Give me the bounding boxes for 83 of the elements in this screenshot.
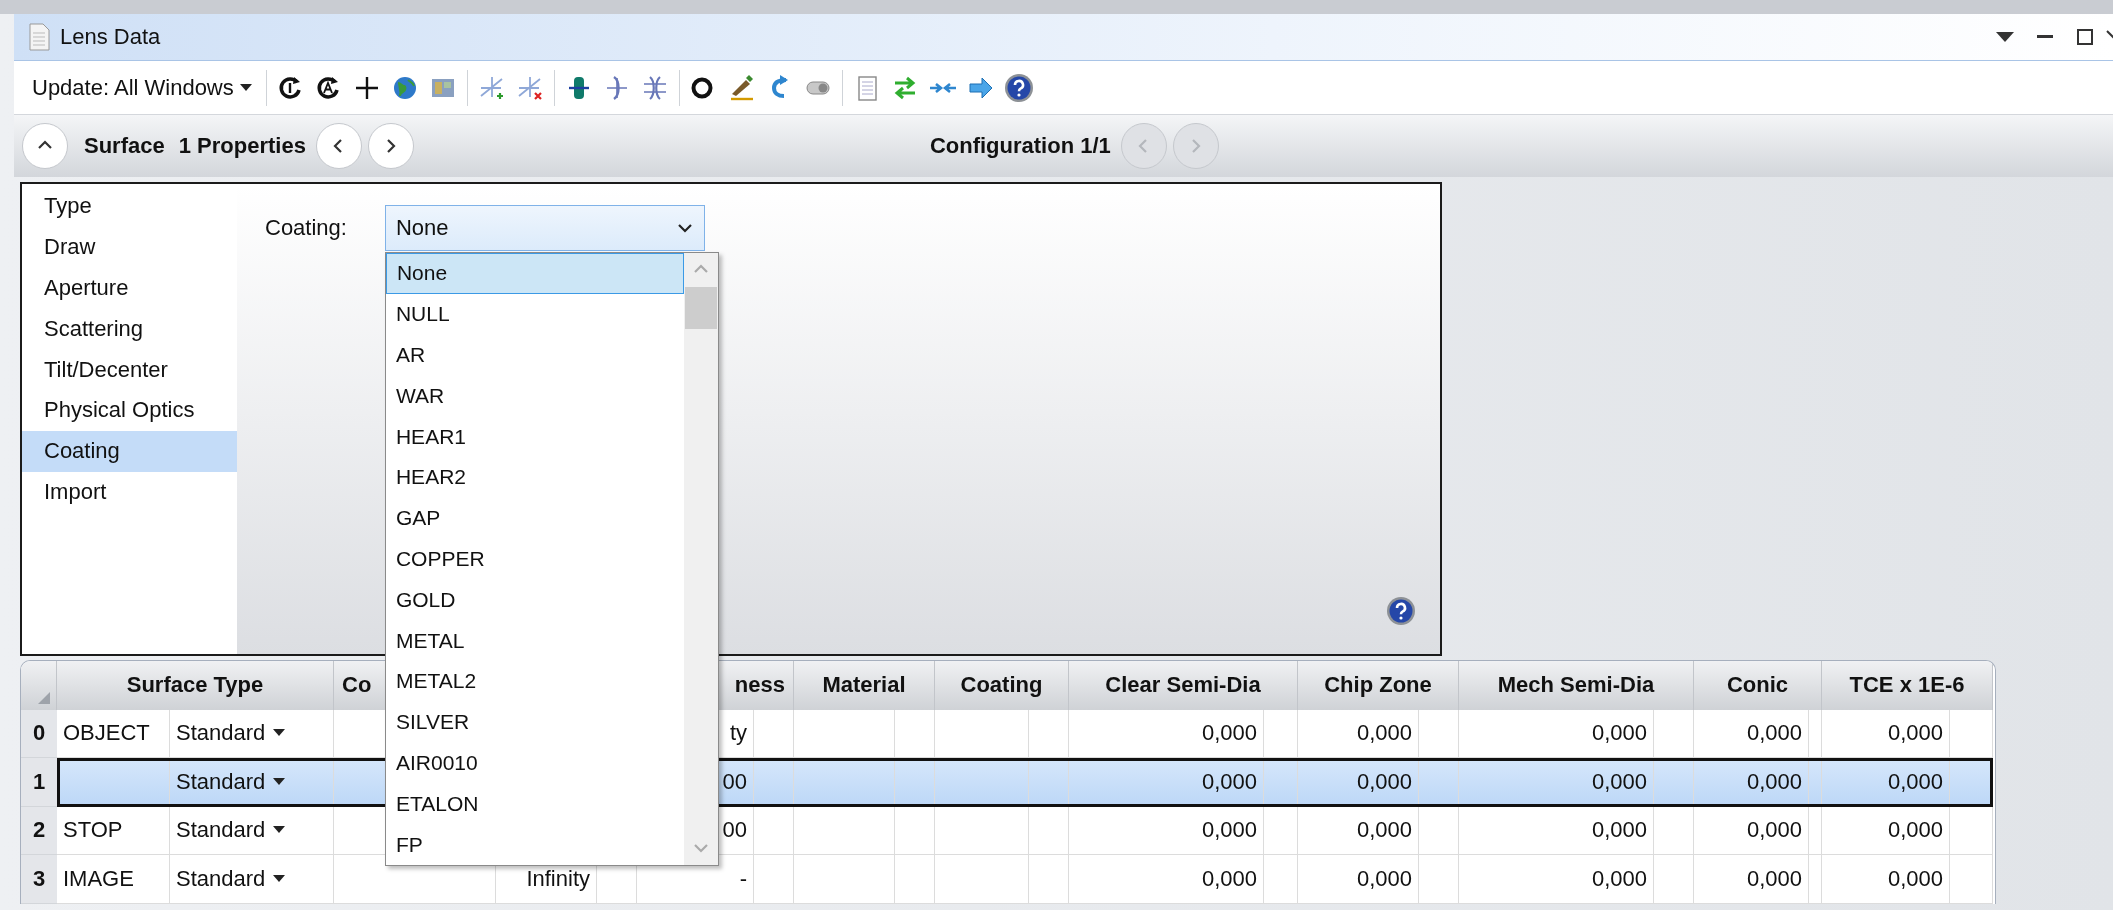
table-cell: STOP: [63, 817, 123, 844]
row-number[interactable]: 1: [21, 758, 57, 807]
surface-label: Surface: [84, 133, 165, 159]
caret-icon: [273, 729, 286, 738]
dropdown-option[interactable]: HEAR1: [385, 416, 684, 457]
dropdown-option[interactable]: COPPER: [385, 538, 684, 580]
table-cell: 0,000: [1591, 768, 1647, 795]
property-list-item[interactable]: Scattering: [22, 308, 237, 350]
table-cell: ty: [729, 720, 747, 747]
table-cell: 00: [722, 817, 747, 844]
dropdown-option[interactable]: AR: [385, 334, 684, 376]
column-header[interactable]: Material: [794, 661, 935, 710]
table-cell: OBJECT: [63, 720, 150, 747]
table-cell: 0,000: [1356, 768, 1412, 795]
caret-icon: [273, 874, 286, 883]
minimize-icon: [2037, 35, 2053, 39]
dropdown-option[interactable]: WAR: [385, 375, 684, 417]
dropdown-option[interactable]: METAL2: [385, 660, 684, 702]
property-list-item[interactable]: Type: [22, 186, 237, 227]
configuration-label: Configuration 1/1: [929, 133, 1111, 159]
window-title: Lens Data: [60, 24, 162, 50]
table-cell: IMAGE: [63, 865, 134, 892]
table-cell: 0,000: [1887, 817, 1943, 844]
table-row[interactable]: IMAGE Standard Infinity - 0,000 0,000 0,000 0,000 0,000: [57, 855, 1993, 904]
triangle-down-icon: [1996, 32, 2014, 42]
table-cell: 0,000: [1591, 720, 1647, 747]
dropdown-option[interactable]: GOLD: [385, 579, 684, 621]
table-cell: 0,000: [1746, 817, 1802, 844]
properties-label: 1 Properties: [178, 133, 306, 159]
table-cell: 0,000: [1746, 720, 1802, 747]
surface-type-dropdown[interactable]: Standard: [176, 865, 286, 892]
scrollbar-thumb[interactable]: [684, 287, 717, 329]
coating-dropdown[interactable]: None: [384, 205, 705, 251]
help-icon[interactable]: [1386, 596, 1416, 626]
row-number[interactable]: 2: [21, 806, 57, 855]
table-cell: Infinity: [526, 865, 590, 892]
table-cell: 0,000: [1201, 865, 1257, 892]
property-list-item[interactable]: Draw: [22, 226, 237, 268]
dropdown-option[interactable]: NULL: [385, 293, 684, 335]
document-icon: [28, 23, 50, 51]
property-list-item[interactable]: Tilt/Decenter: [22, 349, 237, 390]
table-cell: 0,000: [1591, 865, 1647, 892]
property-list-item[interactable]: Physical Optics: [22, 390, 237, 431]
column-header[interactable]: Conic: [1694, 661, 1822, 710]
dropdown-option[interactable]: GAP: [385, 497, 684, 539]
surface-type-dropdown[interactable]: Standard: [176, 817, 286, 844]
column-header[interactable]: TCE x 1E-6: [1822, 661, 1993, 710]
column-header[interactable]: Clear Semi-Dia: [1069, 661, 1298, 710]
table-cell: 0,000: [1887, 720, 1943, 747]
row-number[interactable]: 3: [21, 855, 57, 904]
table-cell: 0,000: [1591, 817, 1647, 844]
table-cell: 0,000: [1356, 817, 1412, 844]
caret-icon: [273, 777, 286, 786]
column-header[interactable]: Chip Zone: [1298, 661, 1459, 710]
update-menu[interactable]: Update: All Windows: [28, 70, 260, 105]
column-header[interactable]: Surface Type: [57, 661, 334, 710]
dropdown-option[interactable]: None: [385, 253, 684, 294]
table-cell: 00: [722, 768, 747, 795]
property-list-item[interactable]: Coating: [22, 430, 237, 472]
table-cell: 0,000: [1356, 720, 1412, 747]
coating-label: Coating:: [265, 215, 347, 241]
surface-type-dropdown[interactable]: Standard: [176, 768, 286, 795]
table-cell: 0,000: [1746, 865, 1802, 892]
table-cell: 0,000: [1887, 865, 1943, 892]
table-cell: 0,000: [1356, 865, 1412, 892]
maximize-icon: [2077, 29, 2093, 45]
table-cell: 0,000: [1201, 768, 1257, 795]
row-number[interactable]: 0: [21, 709, 57, 758]
table-cell: -: [739, 865, 747, 892]
table-cell: 0,000: [1746, 768, 1802, 795]
surface-type-dropdown[interactable]: Standard: [176, 720, 286, 747]
property-list-item[interactable]: Aperture: [22, 267, 237, 309]
column-header[interactable]: Coating: [935, 661, 1069, 710]
table-cell: 0,000: [1887, 768, 1943, 795]
dropdown-option[interactable]: HEAR2: [385, 457, 684, 498]
dropdown-option[interactable]: METAL: [385, 620, 684, 661]
caret-icon: [273, 826, 286, 835]
scrollbar[interactable]: [683, 253, 718, 865]
table-cell: 0,000: [1201, 817, 1257, 844]
caret-icon: [239, 83, 252, 92]
table-cell: 0,000: [1201, 720, 1257, 747]
column-header[interactable]: Mech Semi-Dia: [1459, 661, 1694, 710]
property-list-item[interactable]: Import: [22, 471, 237, 513]
